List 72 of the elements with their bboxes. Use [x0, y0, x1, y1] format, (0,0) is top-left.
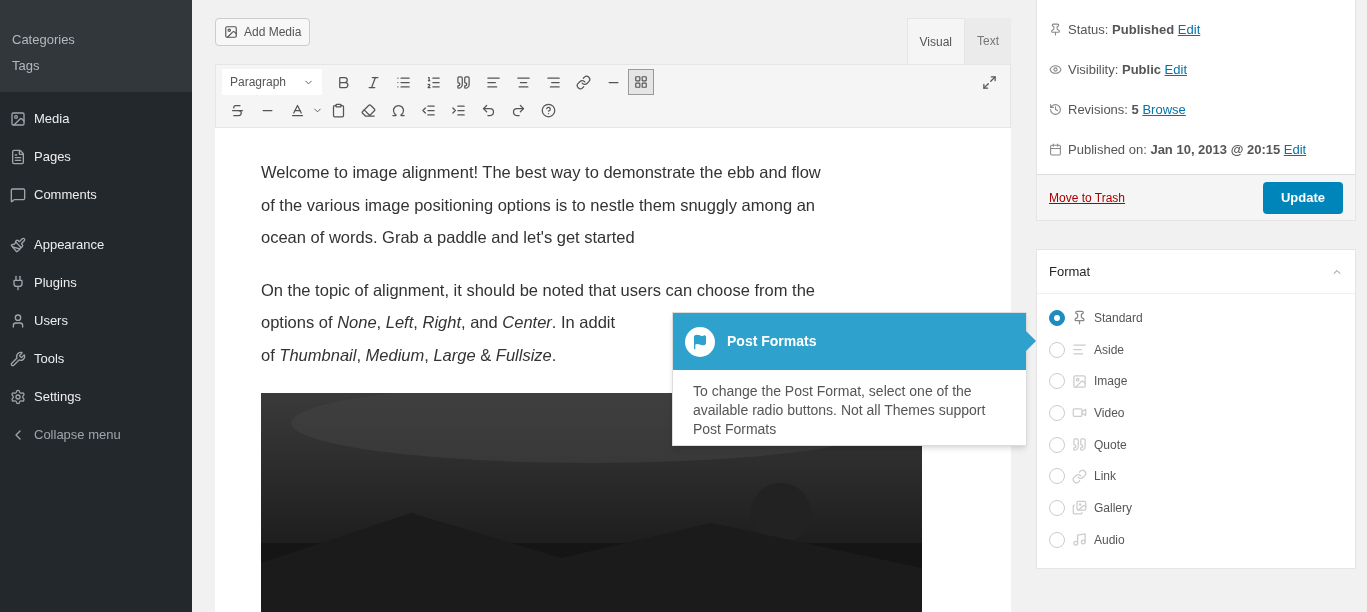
- menu-item[interactable]: Tools: [0, 340, 192, 378]
- text-line: options of None, Left, Right, and Center. In addit: [261, 312, 616, 333]
- edit-link[interactable]: Edit: [1164, 62, 1187, 77]
- submenu-item[interactable]: Tags: [12, 56, 180, 76]
- format-option[interactable]: Link: [1049, 460, 1343, 493]
- edit-link[interactable]: Edit: [1283, 142, 1307, 157]
- radio-button[interactable]: [1049, 404, 1065, 421]
- text-line: Welcome to image alignment! The best way to demonstrate the ebb and flow: [261, 162, 821, 183]
- trash-link[interactable]: Move to Trash: [1049, 188, 1126, 207]
- person-icon: [10, 313, 26, 329]
- text-line: of Thumbnail, Medium, Large & Fullsize.: [261, 344, 557, 366]
- radio-button[interactable]: [1049, 341, 1065, 358]
- text-line: of the various image positioning options is to nestle them snuggly among an: [261, 194, 815, 216]
- collapse-menu-button[interactable]: Collapse menu: [0, 416, 192, 454]
- publish-info: Published on: Jan 10, 2013 @ 20:15 Edit: [1068, 141, 1307, 159]
- plug-icon: [10, 275, 26, 291]
- menu-item[interactable]: Settings: [0, 378, 192, 416]
- toolbar-toggle-icon[interactable]: [628, 69, 654, 95]
- submenu-item[interactable]: Categories: [12, 30, 180, 50]
- text-line: ocean of words. Grab a paddle and let's get started: [261, 227, 635, 248]
- publish-info: Revisions: 5 Browse: [1068, 101, 1186, 119]
- brush-icon: [10, 237, 26, 253]
- menu-item[interactable]: Media: [0, 100, 192, 138]
- text-line: On the topic of alignment, it should be noted that users can choose from the: [261, 279, 815, 301]
- quote-icon: [1072, 437, 1087, 453]
- format-option[interactable]: Gallery: [1049, 492, 1343, 524]
- pin-icon: [1049, 23, 1062, 36]
- box-title: Format: [1049, 262, 1091, 281]
- radio-button[interactable]: [1049, 436, 1065, 453]
- format-option[interactable]: Quote: [1049, 428, 1343, 461]
- flag-icon: [685, 326, 715, 357]
- format-select[interactable]: Paragraph: [222, 69, 322, 95]
- link-icon: [1072, 468, 1087, 484]
- format-option[interactable]: Video: [1049, 397, 1343, 429]
- pin-icon: [1072, 310, 1087, 326]
- history-icon: [1049, 103, 1062, 116]
- calendar-icon: [1049, 143, 1062, 156]
- radio-button[interactable]: [1049, 468, 1065, 485]
- editor-tab[interactable]: Visual: [906, 18, 965, 64]
- add-media-button[interactable]: Add Media: [215, 18, 311, 46]
- menu-item[interactable]: Users: [0, 302, 192, 340]
- radio-button[interactable]: [1049, 309, 1065, 326]
- format-option[interactable]: Aside: [1049, 333, 1343, 366]
- radio-button[interactable]: [1049, 373, 1065, 390]
- radio-button[interactable]: [1049, 499, 1065, 516]
- publish-info: Visibility: Public Edit: [1068, 61, 1187, 79]
- wrench-icon: [10, 351, 26, 367]
- format-option[interactable]: Image: [1049, 365, 1343, 398]
- media-icon: [224, 25, 238, 39]
- menu-item[interactable]: Comments: [0, 176, 192, 214]
- menu-item[interactable]: Plugins: [0, 264, 192, 302]
- menu-item[interactable]: Pages: [0, 138, 192, 176]
- image-icon: [1072, 373, 1087, 389]
- format-option[interactable]: Audio: [1049, 523, 1343, 556]
- edit-link[interactable]: Browse: [1142, 102, 1186, 117]
- media-icon: [10, 111, 26, 127]
- publish-info: Status: Published Edit: [1068, 21, 1201, 39]
- menu-item[interactable]: Appearance: [0, 226, 192, 264]
- edit-link[interactable]: Edit: [1177, 22, 1201, 37]
- eye-icon: [1049, 63, 1062, 76]
- gallery-icon: [1072, 500, 1087, 516]
- lines-icon: [1072, 342, 1087, 358]
- tooltip-text: To change the Post Format, select one of the available radio buttons. Not all Themes support Post Formats: [693, 382, 987, 439]
- speech-bubble-icon: [10, 187, 26, 203]
- gear-icon: [10, 389, 26, 405]
- radio-button[interactable]: [1049, 531, 1065, 548]
- pages-icon: [10, 149, 26, 165]
- update-button[interactable]: Update: [1262, 181, 1343, 214]
- music-note-icon: [1072, 532, 1087, 548]
- editor-tab[interactable]: Text: [965, 18, 1011, 64]
- tooltip-title: Post Formats: [727, 332, 817, 351]
- format-option[interactable]: Standard: [1049, 302, 1343, 334]
